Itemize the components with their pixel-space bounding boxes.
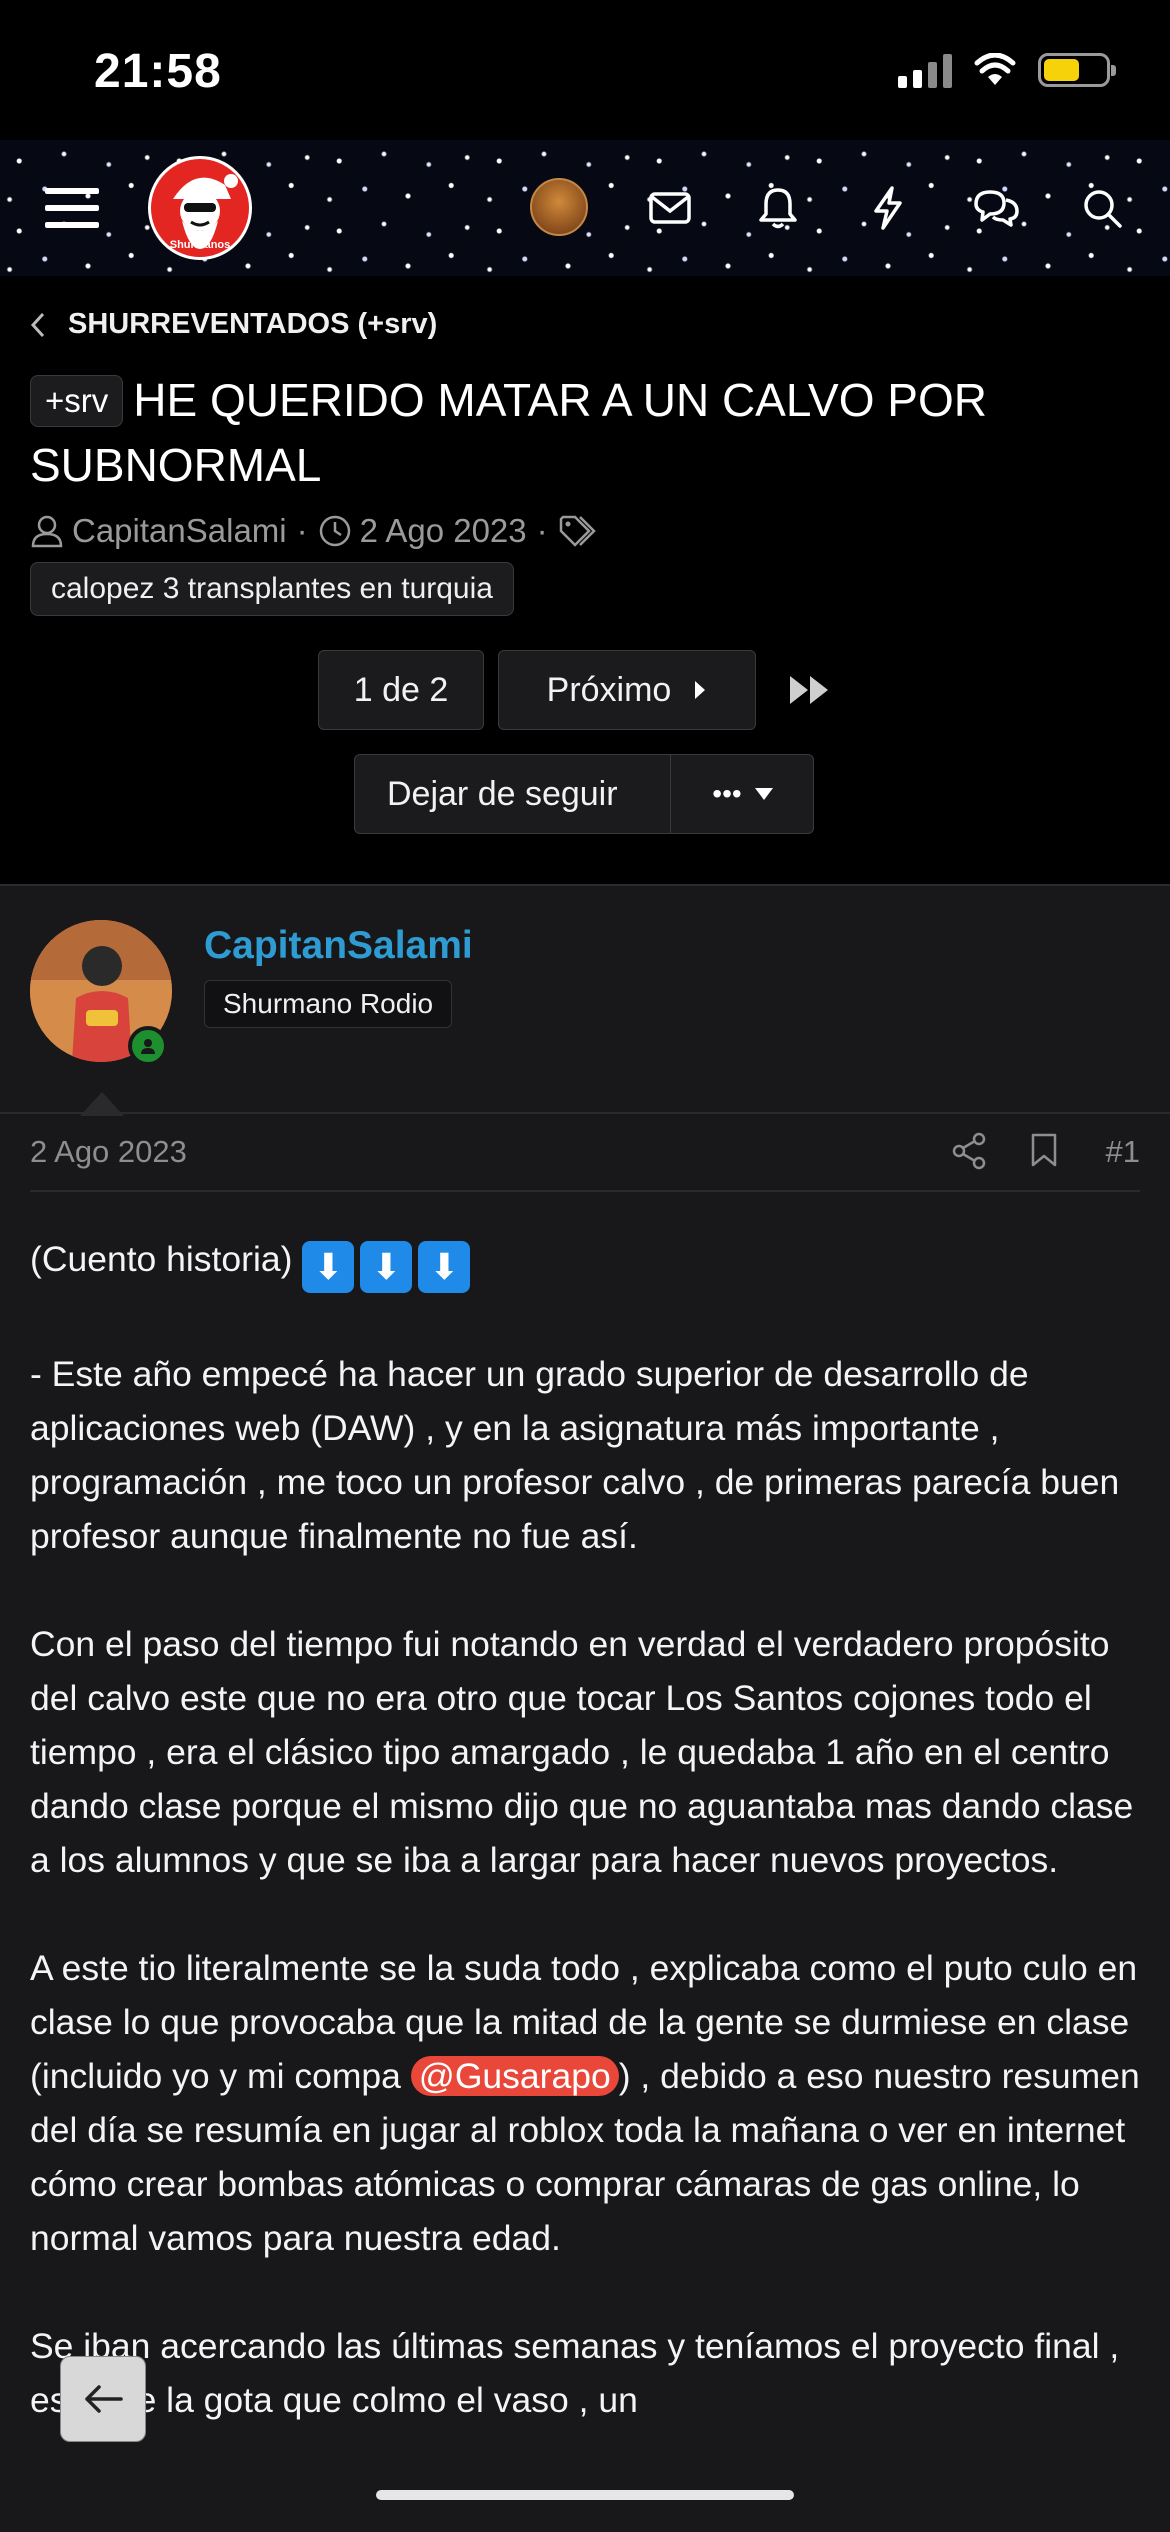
- caret-right-icon: [695, 681, 706, 699]
- breadcrumb-label: SHURREVENTADOS (+srv): [68, 308, 438, 340]
- thread-prefix[interactable]: +srv: [30, 375, 124, 427]
- post-paragraph: - Este año empecé ha hacer un grado supe…: [30, 1354, 1120, 1556]
- post-body: (Cuento historia) ⬇ ⬇ ⬇ - Este año empecé …: [30, 1232, 1150, 2481]
- down-arrow-emoji-icon: ⬇: [418, 1241, 471, 1293]
- online-status-icon: [128, 1026, 168, 1066]
- thread-tag[interactable]: calopez 3 transplantes en turquia: [30, 562, 514, 616]
- cellular-signal-icon: [898, 52, 952, 88]
- user-mention[interactable]: @Gusarapo: [410, 2056, 619, 2096]
- bolt-icon[interactable]: [856, 176, 920, 240]
- tags-icon: [559, 515, 596, 547]
- post-paragraph: Se iban acercando las últimas semanas y …: [30, 2326, 1120, 2420]
- site-navbar: Shurmanos: [0, 140, 1170, 276]
- post-intro: (Cuento historia): [30, 1239, 293, 1279]
- thread-title-text: HE QUERIDO MATAR A UN CALVO POR SUBNORMA…: [30, 374, 987, 491]
- user-avatar[interactable]: [530, 178, 588, 236]
- post-username[interactable]: CapitanSalami: [204, 924, 473, 968]
- share-icon[interactable]: [952, 1132, 986, 1170]
- post-date[interactable]: 2 Ago 2023: [30, 1134, 187, 1170]
- user-rank-badge: Shurmano Rodio: [204, 980, 453, 1028]
- chevron-left-icon: [30, 312, 45, 337]
- thread-header: SHURREVENTADOS (+srv) +srv HE QUERIDO MAT…: [0, 276, 1170, 884]
- thread-meta: CapitanSalami · 2 Ago 2023 ·: [30, 512, 606, 550]
- bell-icon[interactable]: [746, 176, 810, 240]
- home-indicator[interactable]: [376, 2490, 794, 2500]
- breadcrumb[interactable]: SHURREVENTADOS (+srv): [30, 308, 437, 341]
- post-paragraph: A este tio literalmente se la suda todo …: [30, 1941, 1150, 2265]
- post-paragraph: Con el paso del tiempo fui notando en ve…: [30, 1624, 1134, 1880]
- down-arrow-emoji-icon: ⬇: [302, 1241, 355, 1293]
- thread-date: 2 Ago 2023: [359, 512, 527, 549]
- more-options-button[interactable]: •••: [670, 754, 815, 834]
- page-indicator-label: 1 de 2: [353, 670, 449, 709]
- next-page-label: Próximo: [546, 670, 672, 709]
- user-icon: [31, 515, 63, 548]
- post-card: CapitanSalami Shurmano Rodio 2 Ago 2023 …: [0, 884, 1170, 2532]
- hamburger-icon[interactable]: [40, 176, 104, 240]
- bookmark-icon[interactable]: [1030, 1132, 1058, 1168]
- down-arrow-emoji-icon: ⬇: [360, 1241, 413, 1293]
- arrow-left-icon: [85, 2385, 123, 2413]
- logo-text: Shurmanos: [169, 239, 231, 251]
- clock-icon: [319, 515, 350, 547]
- site-logo[interactable]: Shurmanos: [148, 156, 252, 260]
- userbar-arrow: [80, 1092, 124, 1116]
- unfollow-label: Dejar de seguir: [387, 774, 618, 813]
- search-icon[interactable]: [1070, 176, 1134, 240]
- wifi-icon: [974, 53, 1016, 85]
- thread-author[interactable]: CapitanSalami: [72, 512, 287, 550]
- more-label: •••: [712, 778, 742, 809]
- thread-title: +srv HE QUERIDO MATAR A UN CALVO POR SUBN…: [30, 368, 1140, 498]
- post-userbar: CapitanSalami Shurmano Rodio: [0, 884, 1170, 1116]
- back-button[interactable]: [60, 2356, 146, 2442]
- page-indicator-button[interactable]: 1 de 2: [318, 650, 484, 730]
- next-page-button[interactable]: Próximo: [498, 650, 756, 730]
- last-page-icon[interactable]: [788, 674, 832, 711]
- post-meta-bar: 2 Ago 2023 #1: [30, 1132, 1140, 1192]
- caret-down-icon: [754, 788, 773, 800]
- status-icons: [898, 52, 1116, 88]
- mail-icon[interactable]: [638, 176, 702, 240]
- post-number[interactable]: #1: [1106, 1134, 1140, 1170]
- chat-icon[interactable]: [964, 176, 1028, 240]
- post-paragraph: (Cuento historia) ⬇ ⬇ ⬇: [30, 1232, 1150, 1293]
- status-time: 21:58: [94, 45, 222, 98]
- battery-icon: [1038, 53, 1116, 87]
- status-bar: 21:58: [0, 0, 1170, 140]
